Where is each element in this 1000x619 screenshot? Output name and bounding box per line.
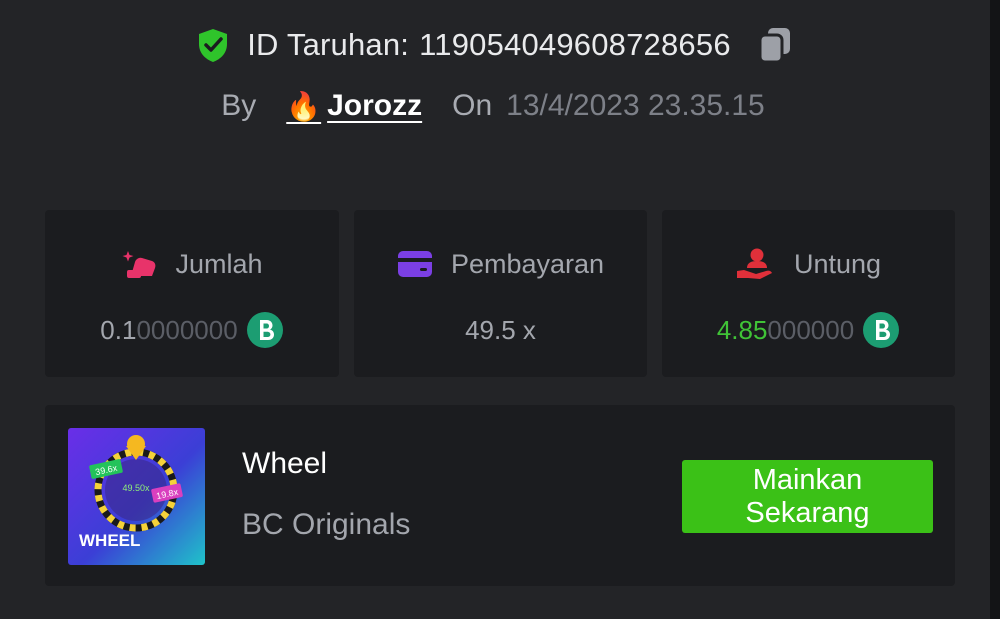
author-row: By 🔥 Jorozz On 13/4/2023 23.35.15: [0, 84, 990, 128]
play-now-button[interactable]: Mainkan Sekarang: [682, 460, 933, 533]
game-title[interactable]: Wheel: [242, 447, 327, 481]
bet-details-panel: ID Taruhan: 119054049608728656 By 🔥 Joro…: [0, 0, 990, 619]
hand-user-icon: [736, 248, 772, 279]
game-thumbnail[interactable]: 39.6x 49.50x 19.8x WHEEL: [68, 428, 205, 565]
profit-value-faded: 000000: [767, 314, 855, 345]
amount-value: 0.1 0000000: [45, 310, 339, 350]
thumb-mult-2: 49.50x: [122, 483, 150, 493]
bet-date: 13/4/2023 23.35.15: [506, 89, 765, 122]
screen-edge: [990, 0, 1000, 619]
bet-id-row: ID Taruhan: 119054049608728656: [0, 22, 990, 68]
game-card: 39.6x 49.50x 19.8x WHEEL Wheel BC Origin…: [45, 405, 955, 586]
username[interactable]: Jorozz: [327, 89, 422, 123]
profit-card: Untung 4.85 000000: [662, 210, 955, 377]
amount-label: Jumlah: [175, 248, 263, 279]
bc-coin-icon: [246, 311, 284, 349]
amount-value-main: 0.1: [100, 314, 137, 345]
game-provider: BC Originals: [242, 508, 411, 541]
amount-value-faded: 0000000: [136, 314, 238, 345]
payout-label: Pembayaran: [450, 248, 605, 279]
amount-header: Jumlah: [45, 246, 339, 282]
profit-header: Untung: [662, 246, 955, 282]
bc-coin-icon: [862, 311, 900, 349]
payout-header: Pembayaran: [354, 246, 647, 282]
copy-icon[interactable]: [755, 25, 795, 65]
thumb-title: WHEEL: [79, 531, 140, 550]
user-link[interactable]: 🔥 Jorozz: [286, 89, 422, 123]
card-icon: [397, 251, 432, 277]
by-label: By: [221, 89, 257, 122]
payout-card: Pembayaran 49.5 x: [354, 210, 647, 377]
profit-value: 4.85 000000: [662, 310, 955, 350]
bet-id-label: ID Taruhan:: [247, 27, 410, 62]
amount-card: Jumlah 0.1 0000000: [45, 210, 339, 377]
bet-amount-icon: [122, 251, 156, 278]
bet-id-value: 119054049608728656: [419, 27, 731, 62]
profit-label: Untung: [793, 248, 882, 279]
shield-check-icon: [195, 27, 231, 63]
on-label: On: [452, 89, 493, 122]
fire-icon: 🔥: [286, 90, 322, 122]
profit-value-main: 4.85: [716, 314, 768, 345]
payout-value: 49.5 x: [465, 314, 536, 345]
